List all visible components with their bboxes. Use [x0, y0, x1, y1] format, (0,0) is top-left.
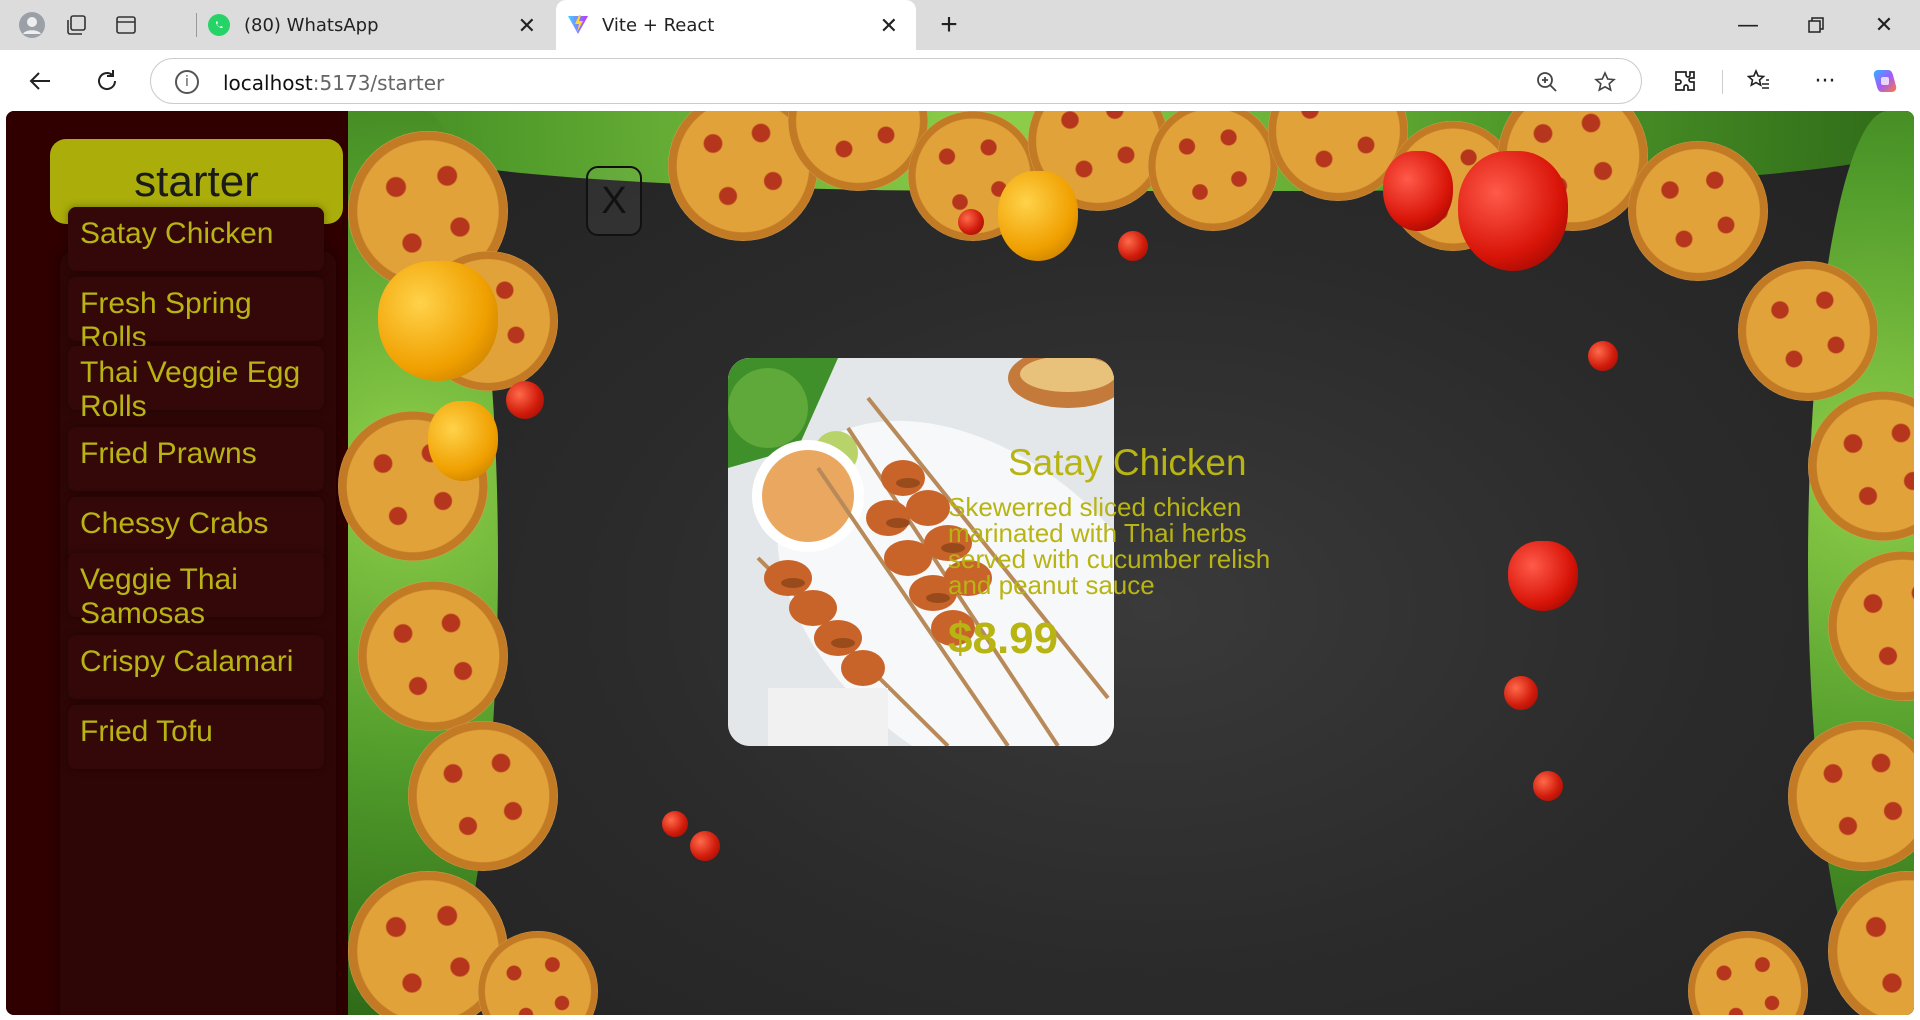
- vite-logo-icon: [568, 15, 588, 34]
- profile-avatar-icon[interactable]: [16, 9, 48, 41]
- item-description: Skewerred sliced chicken marinated with …: [948, 492, 1271, 600]
- menu-item-crispy-calamari[interactable]: Crispy Calamari: [68, 635, 324, 699]
- browser-titlebar: (80) WhatsApp ✕ Vite + React ✕ + — ✕: [0, 0, 1920, 50]
- page-viewport: starter Satay Chicken Fresh Spring Rolls…: [6, 111, 1914, 1015]
- url-path: :5173/starter: [312, 71, 445, 95]
- menu-item-fresh-spring-rolls[interactable]: Fresh Spring Rolls: [68, 277, 324, 354]
- close-detail-button[interactable]: X: [586, 166, 642, 236]
- url-host: localhost: [223, 71, 313, 95]
- extensions-icon[interactable]: [1666, 62, 1704, 100]
- menu-item-fried-prawns[interactable]: Fried Prawns: [68, 427, 324, 491]
- close-tab-icon[interactable]: ✕: [518, 14, 536, 39]
- site-info-icon[interactable]: i: [175, 70, 199, 94]
- favorites-icon[interactable]: [1740, 62, 1778, 100]
- menu-item-veggie-thai-samosas[interactable]: Veggie Thai Samosas: [68, 553, 324, 630]
- tab-whatsapp[interactable]: (80) WhatsApp ✕: [204, 0, 554, 50]
- tab-whatsapp-label: (80) WhatsApp: [244, 14, 379, 36]
- address-bar[interactable]: i localhost:5173/starter: [150, 58, 1642, 104]
- browser-navbar: i localhost:5173/starter ···: [0, 50, 1920, 111]
- refresh-icon[interactable]: [88, 62, 126, 100]
- detail-stage: X Satay Chicken Skewerred sliced chicken…: [338, 111, 1914, 1015]
- zoom-icon[interactable]: [1533, 68, 1561, 96]
- favorite-star-icon[interactable]: [1591, 68, 1619, 96]
- menu-item-chessy-crabs[interactable]: Chessy Crabs: [68, 497, 324, 561]
- close-window-button[interactable]: ✕: [1864, 8, 1904, 42]
- menu-item-satay-chicken[interactable]: Satay Chicken: [68, 207, 324, 271]
- minimize-button[interactable]: —: [1728, 8, 1768, 42]
- tab-separator: [196, 13, 197, 37]
- tab-actions-icon[interactable]: [110, 9, 142, 41]
- item-price: $8.99: [948, 614, 1059, 663]
- tab-vite-label: Vite + React: [602, 14, 715, 36]
- sidebar: starter Satay Chicken Fresh Spring Rolls…: [6, 111, 388, 1015]
- restore-button[interactable]: [1796, 8, 1836, 42]
- workspaces-icon[interactable]: [60, 9, 92, 41]
- item-title: Satay Chicken: [1008, 442, 1247, 483]
- more-options-icon[interactable]: ···: [1806, 62, 1844, 100]
- copilot-icon[interactable]: [1866, 62, 1904, 100]
- back-arrow-icon[interactable]: [22, 62, 60, 100]
- new-tab-button[interactable]: +: [932, 8, 966, 42]
- url-text[interactable]: localhost:5173/starter: [223, 71, 444, 95]
- toolbar-separator: [1722, 70, 1723, 94]
- menu-item-thai-veggie-egg-rolls[interactable]: Thai Veggie Egg Rolls: [68, 346, 324, 423]
- menu-item-fried-tofu[interactable]: Fried Tofu: [68, 705, 324, 769]
- close-tab-icon[interactable]: ✕: [880, 14, 898, 39]
- tab-vite-react[interactable]: Vite + React ✕: [556, 0, 916, 50]
